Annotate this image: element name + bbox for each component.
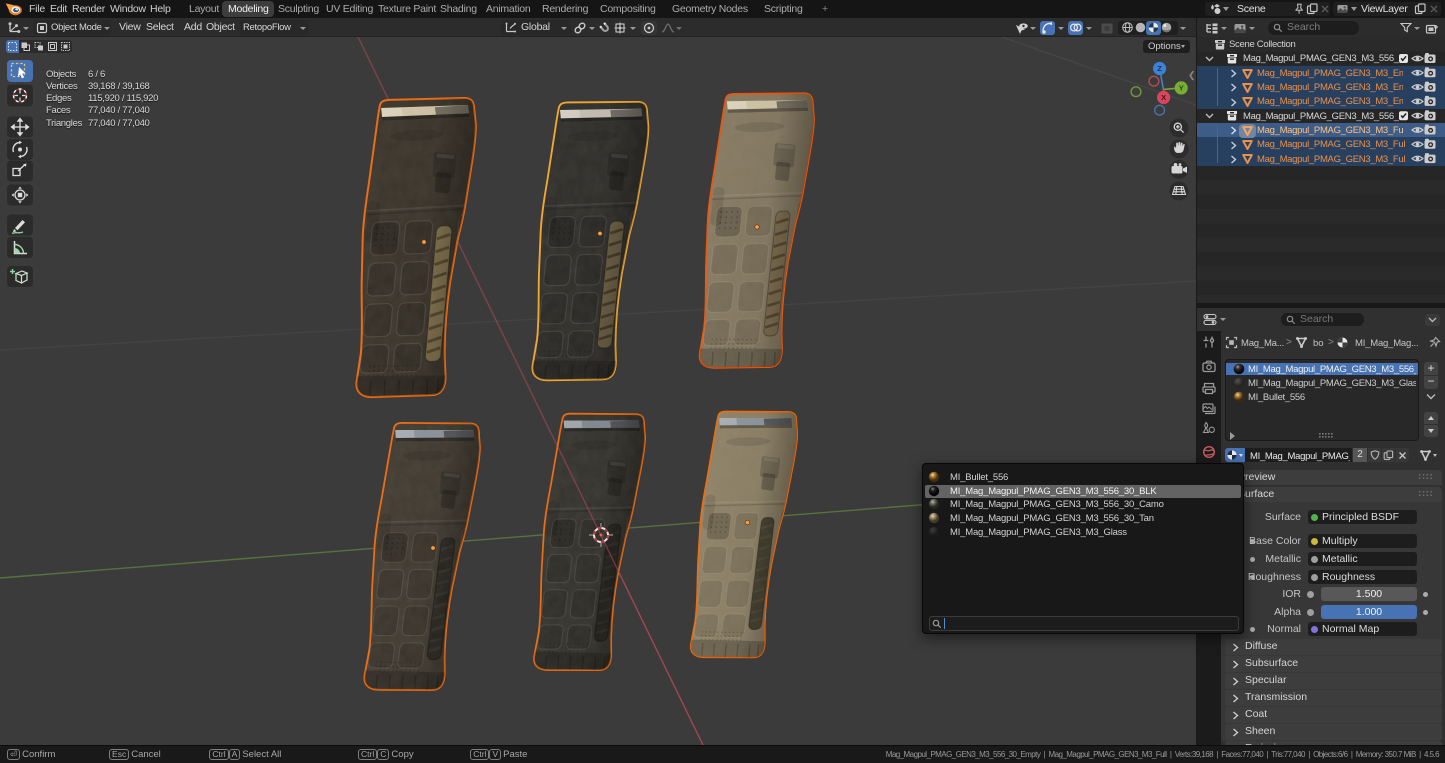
svg-text:X: X — [1161, 93, 1166, 102]
svg-text:Z: Z — [1157, 64, 1162, 73]
svg-text:Y: Y — [1179, 84, 1184, 93]
